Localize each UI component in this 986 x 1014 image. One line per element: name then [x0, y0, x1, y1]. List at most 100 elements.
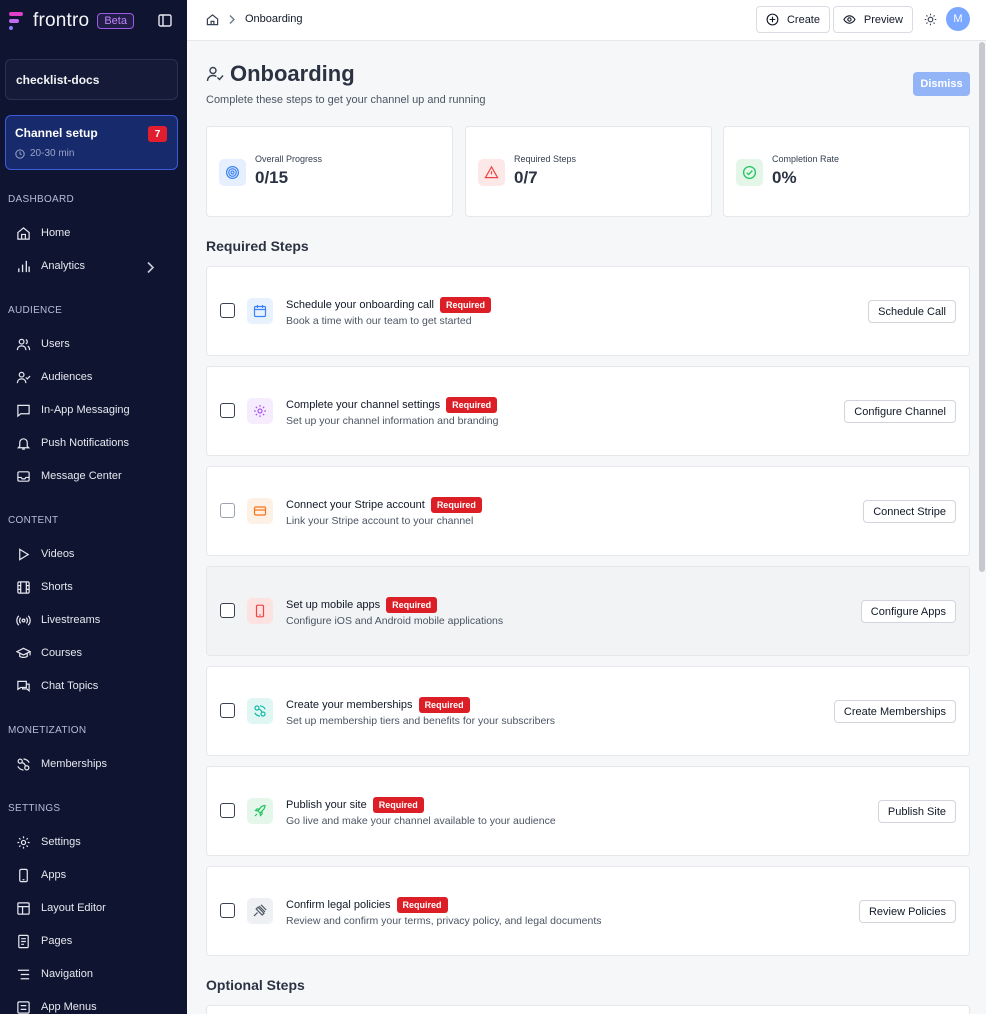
play-icon	[19, 547, 30, 561]
sidebar-item-courses[interactable]: Courses	[16, 641, 176, 665]
sidebar-item-label: Apps	[41, 869, 67, 881]
sidebar-item-shorts[interactable]: Shorts	[16, 575, 176, 599]
film-icon	[17, 580, 30, 594]
page-title: Onboarding	[230, 61, 355, 86]
sun-icon[interactable]	[924, 13, 937, 26]
inbox-icon	[17, 470, 30, 482]
clock-icon	[15, 148, 25, 159]
smartphone-icon	[19, 868, 28, 882]
brand[interactable]: frontro Beta	[8, 10, 134, 32]
review-policies-button[interactable]: Review Policies	[858, 900, 956, 923]
step-icon-box	[247, 498, 273, 524]
create-memberships-button[interactable]: Create Memberships	[833, 700, 956, 723]
create-button[interactable]: Create	[756, 6, 830, 33]
sidebar-item-label: Message Center	[41, 470, 122, 482]
required-badge: Required	[386, 597, 438, 613]
workspace-selector[interactable]: checklist-docs	[5, 59, 178, 100]
step-title: Confirm legal policies Required	[286, 897, 448, 913]
smartphone-icon	[255, 604, 265, 618]
step-title-text: Connect your Stripe account	[286, 499, 425, 511]
connect-stripe-button[interactable]: Connect Stripe	[863, 500, 956, 523]
step-description: Review and confirm your terms, privacy p…	[286, 915, 602, 927]
credit-card-icon	[253, 506, 267, 516]
channel-setup-time-label: 20-30 min	[30, 148, 75, 159]
step-checkbox[interactable]	[220, 303, 235, 318]
stat-icon-box	[736, 159, 763, 186]
stat-label: Overall Progress	[255, 154, 323, 164]
step-checkbox[interactable]	[220, 803, 235, 818]
frontro-logo-icon	[9, 12, 23, 30]
avatar[interactable]: M	[946, 7, 970, 31]
sidebar-item-push-notifications[interactable]: Push Notifications	[16, 431, 176, 455]
configure-apps-button[interactable]: Configure Apps	[860, 600, 956, 623]
stat-value: 0/15	[255, 168, 289, 187]
sidebar-item-chat-topics[interactable]: Chat Topics	[16, 674, 176, 698]
sidebar-item-in-app-messaging[interactable]: In-App Messaging	[16, 398, 176, 422]
chevron-right-icon	[229, 15, 235, 24]
calendar-icon	[253, 305, 267, 318]
sidebar-item-label: Chat Topics	[41, 680, 99, 692]
home-icon[interactable]	[206, 13, 219, 26]
sidebar-item-label: Home	[41, 227, 71, 239]
sidebar-item-label: Pages	[41, 935, 73, 947]
sidebar-item-layout-editor[interactable]: Layout Editor	[16, 896, 176, 920]
stat-card-completion-rate: Completion Rate 0%	[723, 126, 970, 217]
sidebar-item-pages[interactable]: Pages	[16, 929, 176, 953]
channel-setup-card[interactable]: Channel setup 7 20-30 min	[5, 115, 178, 170]
channel-setup-count-badge: 7	[148, 126, 167, 142]
membership-icon	[17, 757, 30, 771]
sidebar-item-memberships[interactable]: Memberships	[16, 752, 176, 776]
sidebar-item-message-center[interactable]: Message Center	[16, 464, 176, 488]
step-checkbox[interactable]	[220, 603, 235, 618]
step-icon-box	[247, 698, 273, 724]
chevron-right-icon	[147, 261, 155, 274]
sidebar-item-apps[interactable]: Apps	[16, 863, 176, 887]
step-description: Configure iOS and Android mobile applica…	[286, 615, 504, 627]
sidebar-item-audiences[interactable]: Audiences	[16, 365, 176, 389]
sidebar-item-users[interactable]: Users	[16, 332, 176, 356]
brand-name: frontro	[33, 10, 90, 31]
schedule-call-button[interactable]: Schedule Call	[868, 300, 956, 323]
gavel-icon	[253, 904, 267, 917]
topbar: Onboarding Create Preview M	[187, 0, 986, 41]
preview-button[interactable]: Preview	[833, 6, 913, 33]
step-checkbox[interactable]	[220, 403, 235, 418]
bar-chart-icon	[18, 260, 30, 272]
sidebar-item-label: Memberships	[41, 758, 108, 770]
step-card-connect-stripe: Connect your Stripe account Required Link…	[206, 466, 970, 556]
publish-site-button[interactable]: Publish Site	[877, 800, 956, 823]
step-card-mobile-apps: Set up mobile apps Required Configure iOS…	[206, 566, 970, 656]
list-icon	[17, 969, 30, 979]
stat-label: Required Steps	[514, 154, 577, 164]
step-title-text: Set up mobile apps	[286, 599, 381, 611]
configure-channel-button[interactable]: Configure Channel	[844, 400, 956, 423]
step-checkbox[interactable]	[220, 703, 235, 718]
sidebar-toggle-icon[interactable]	[158, 14, 172, 27]
sidebar-item-label: App Menus	[41, 1001, 97, 1013]
step-description: Link your Stripe account to your channel	[286, 515, 474, 527]
step-checkbox[interactable]	[220, 903, 235, 918]
preview-button-label: Preview	[863, 13, 903, 26]
dismiss-button[interactable]: Dismiss	[913, 72, 970, 96]
sidebar-item-livestreams[interactable]: Livestreams	[16, 608, 176, 632]
sidebar-item-videos[interactable]: Videos	[16, 542, 176, 566]
user-check-icon	[16, 371, 31, 383]
step-title-text: Schedule your onboarding call	[286, 299, 434, 311]
step-checkbox[interactable]	[220, 503, 235, 518]
sidebar-item-label: Videos	[41, 548, 75, 560]
step-icon-box	[247, 898, 273, 924]
required-badge: Required	[440, 297, 492, 313]
stat-label: Completion Rate	[772, 154, 840, 164]
nav-section-settings: SETTINGS	[8, 803, 61, 814]
gear-icon	[17, 835, 30, 849]
step-card-channel-settings: Complete your channel settings Required S…	[206, 366, 970, 456]
sidebar-item-settings[interactable]: Settings	[16, 830, 176, 854]
sidebar-item-analytics[interactable]: Analytics	[16, 254, 176, 278]
required-badge: Required	[430, 497, 482, 513]
sidebar-item-app-menus[interactable]: App Menus	[16, 995, 176, 1014]
step-icon-box	[247, 598, 273, 624]
sidebar-item-home[interactable]: Home	[16, 221, 176, 245]
scrollbar-thumb[interactable]	[979, 42, 985, 572]
file-icon	[18, 934, 29, 948]
sidebar-item-navigation[interactable]: Navigation	[16, 962, 176, 986]
